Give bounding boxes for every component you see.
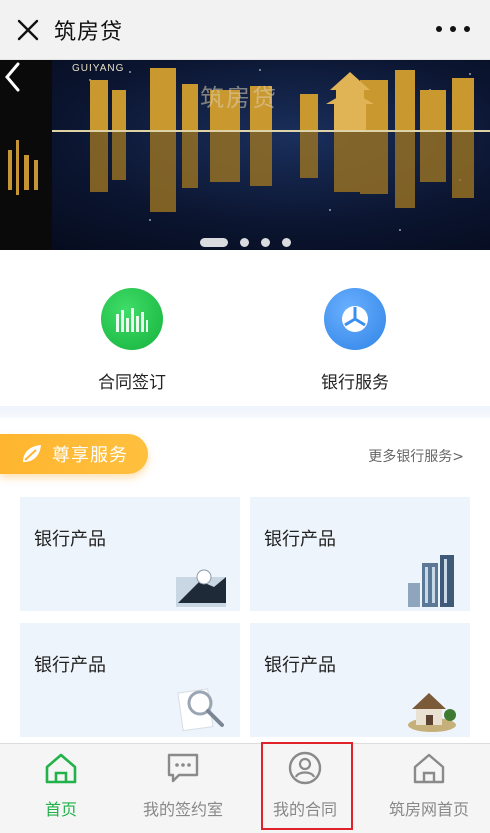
quick-services: 合同签订 银行服务 bbox=[0, 250, 490, 408]
contract-signing-label: 合同签订 bbox=[98, 373, 166, 393]
product-card-label: 银行产品 bbox=[264, 655, 336, 676]
tab-home-label: 首页 bbox=[44, 800, 77, 819]
contract-signing-button[interactable]: 合同签订 bbox=[62, 288, 202, 393]
tab-home[interactable]: 首页 bbox=[0, 744, 122, 833]
carousel-dot[interactable] bbox=[282, 238, 291, 247]
more-button[interactable] bbox=[436, 14, 470, 44]
premium-services-badge: 尊享服务 bbox=[0, 434, 148, 474]
carousel-dot[interactable] bbox=[261, 238, 270, 247]
premium-services-title: 尊享服务 bbox=[52, 445, 128, 466]
bottom-tab-bar: 首页 我的签约室 我的合同 筑房网首页 bbox=[0, 743, 490, 833]
product-card-label: 银行产品 bbox=[34, 655, 106, 676]
more-bank-services-link[interactable]: 更多银行服务> bbox=[368, 446, 464, 466]
house-icon bbox=[408, 693, 456, 732]
page-title: 筑房贷 bbox=[54, 19, 124, 45]
home-icon bbox=[45, 753, 77, 784]
product-card[interactable]: 银行产品 bbox=[20, 497, 240, 611]
more-dots-icon bbox=[436, 26, 442, 32]
pie-chart-icon bbox=[324, 288, 386, 350]
tab-website-home-label: 筑房网首页 bbox=[388, 800, 469, 819]
bank-services-label: 银行服务 bbox=[321, 373, 389, 393]
leaf-icon bbox=[23, 445, 41, 462]
banner-overlay-text: 筑房贷 bbox=[200, 84, 278, 112]
chart-bars-icon bbox=[101, 288, 163, 350]
product-card[interactable]: 银行产品 bbox=[20, 623, 240, 737]
highlight-box bbox=[261, 742, 353, 830]
product-card[interactable]: 银行产品 bbox=[250, 623, 470, 737]
tab-signing-room-label: 我的签约室 bbox=[142, 800, 223, 819]
product-card-label: 银行产品 bbox=[34, 529, 106, 550]
magnifier-icon bbox=[177, 688, 224, 732]
product-card-label: 银行产品 bbox=[264, 529, 336, 550]
chat-icon bbox=[167, 753, 199, 783]
close-icon bbox=[17, 19, 39, 40]
bank-services-button[interactable]: 银行服务 bbox=[285, 288, 425, 393]
close-button[interactable] bbox=[2, 0, 54, 60]
tab-website-home[interactable]: 筑房网首页 bbox=[368, 744, 490, 833]
home-outline-icon bbox=[413, 753, 445, 784]
handshake-icon bbox=[176, 569, 226, 607]
chevron-left-icon[interactable] bbox=[0, 60, 26, 94]
top-bar: 筑房贷 bbox=[0, 0, 490, 60]
carousel-indicators bbox=[200, 238, 291, 247]
tab-signing-room[interactable]: 我的签约室 bbox=[122, 744, 244, 833]
section-divider bbox=[0, 406, 490, 418]
product-card[interactable]: 银行产品 bbox=[250, 497, 470, 611]
carousel-dot[interactable] bbox=[240, 238, 249, 247]
buildings-icon bbox=[408, 555, 454, 607]
banner-carousel[interactable]: GUIYANG 筑房贷 bbox=[0, 60, 490, 250]
banner-brand-text: GUIYANG bbox=[72, 63, 125, 74]
carousel-dot-active[interactable] bbox=[200, 238, 228, 247]
